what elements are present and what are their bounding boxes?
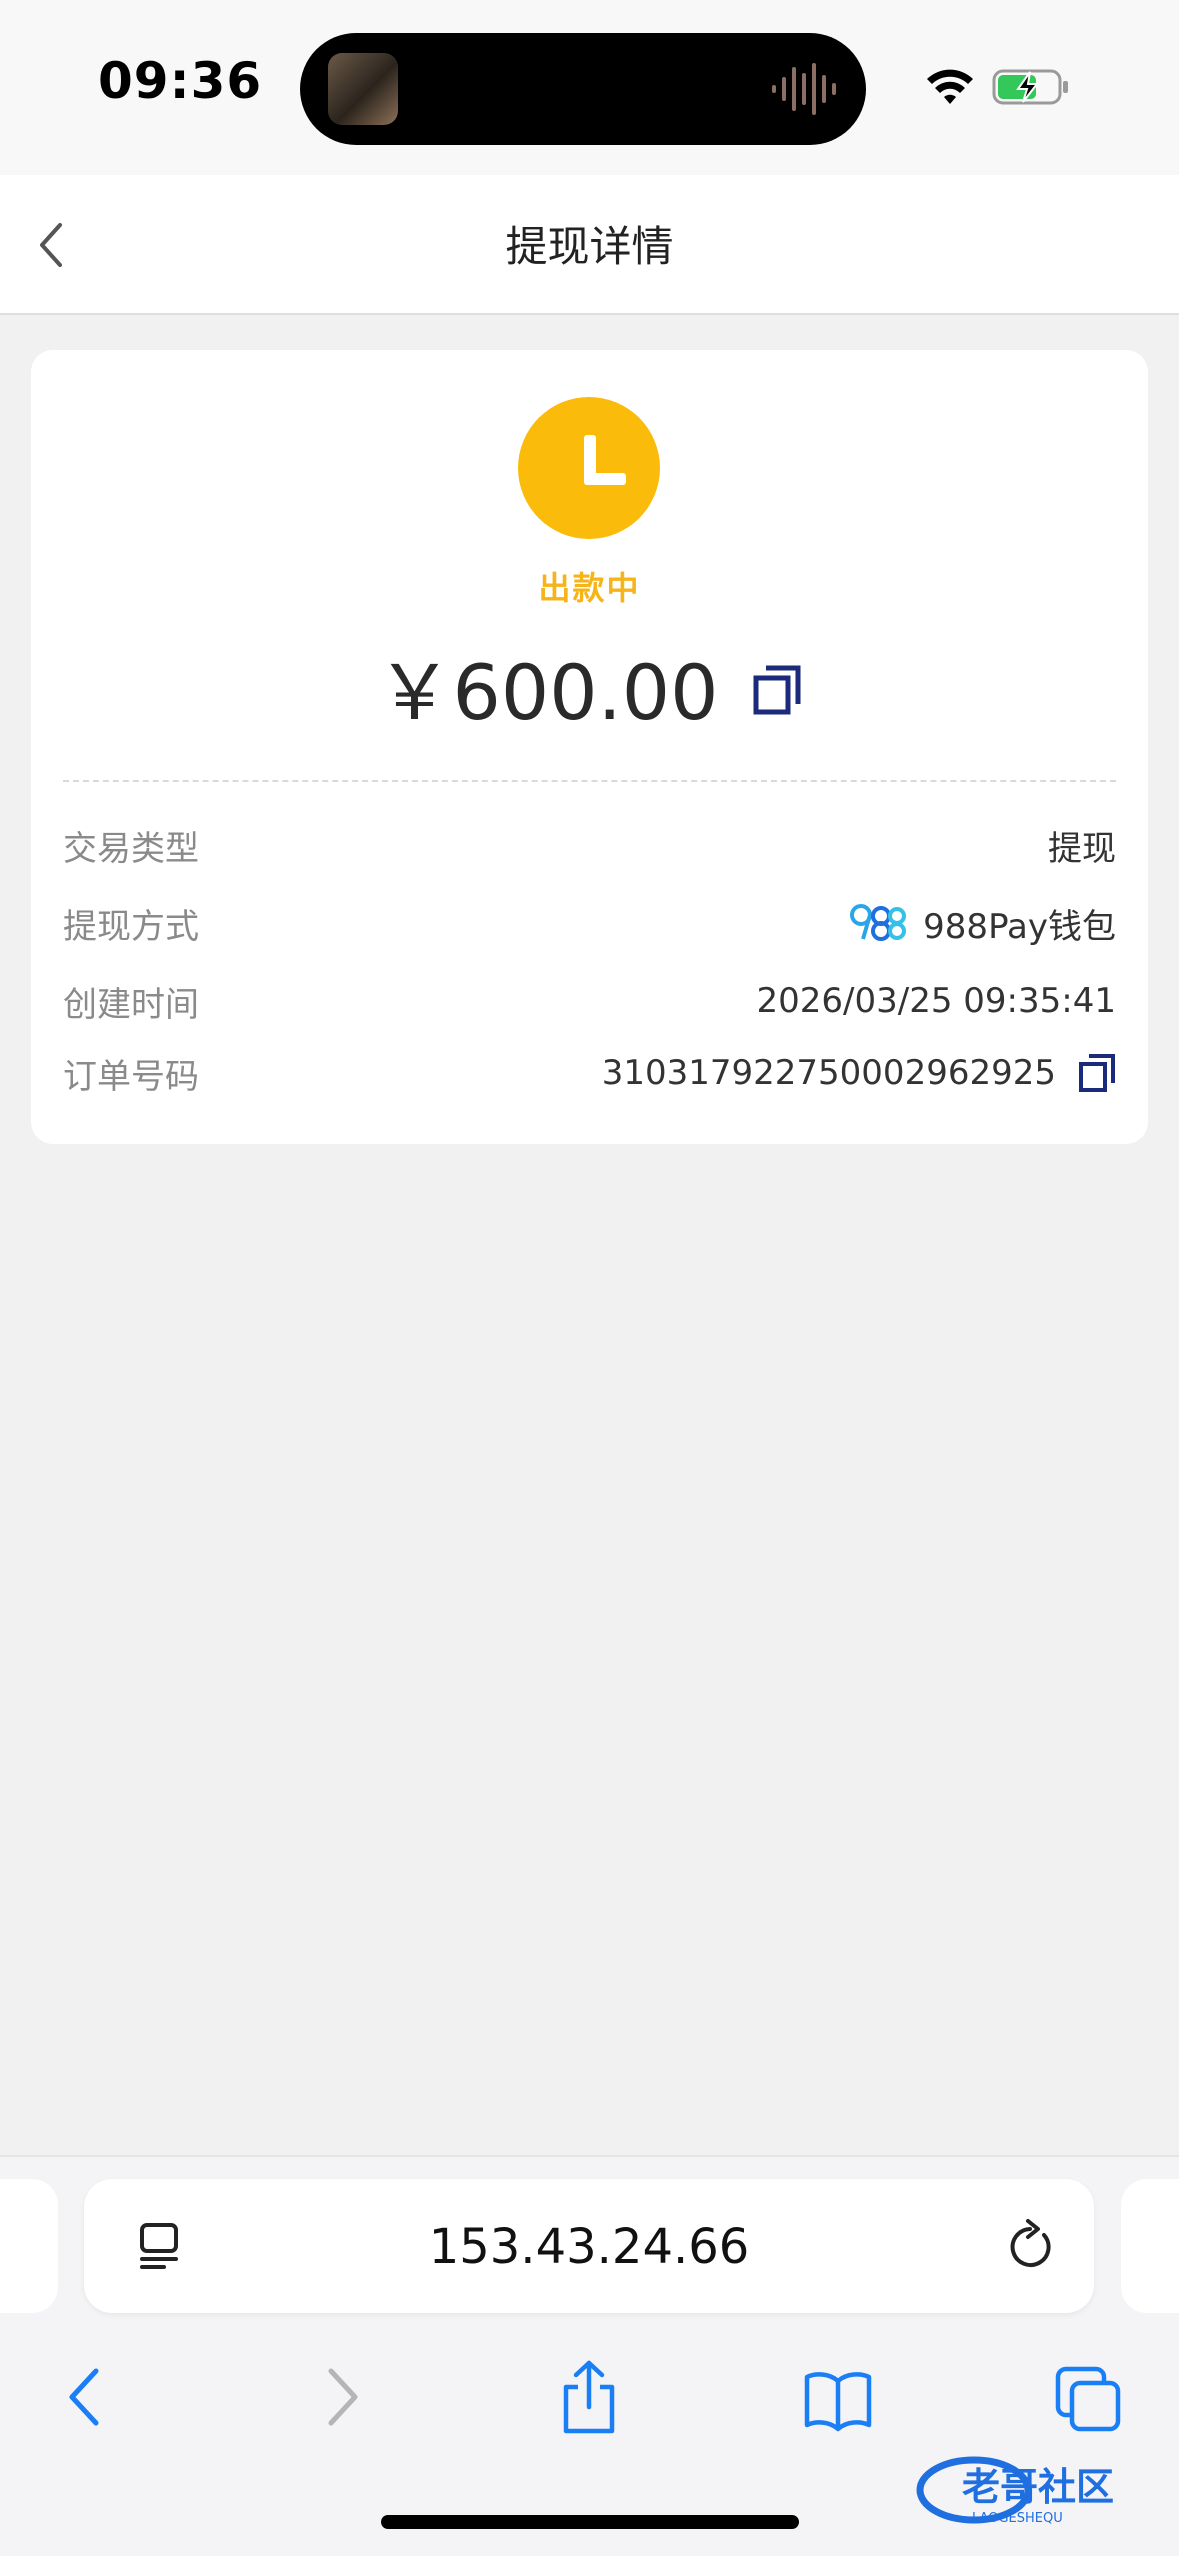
transaction-type-label: 交易类型 [63, 828, 199, 869]
url-text[interactable]: 153.43.24.66 [84, 2219, 1094, 2275]
nav-header: 提现详情 [0, 175, 1179, 315]
home-indicator [381, 2515, 799, 2529]
dynamic-island[interactable] [300, 33, 866, 145]
row-created-time: 创建时间 2026/03/25 09:35:41 [63, 976, 1116, 1026]
status-bar: 09:36 [0, 0, 1179, 175]
withdrawal-status: 出款中 [538, 569, 641, 607]
order-number-value: 310317922750002962925 [602, 1053, 1116, 1093]
browser-forward-icon[interactable] [305, 2359, 375, 2435]
reload-icon[interactable] [1004, 2219, 1056, 2273]
row-transaction-type: 交易类型 提现 [63, 820, 1116, 870]
status-time: 09:36 [98, 52, 263, 110]
withdraw-method-text: 988Pay钱包 [923, 906, 1116, 947]
next-tab-preview[interactable] [1121, 2179, 1179, 2313]
svg-text:老哥社区: 老哥社区 [962, 2465, 1114, 2509]
address-bar[interactable]: 153.43.24.66 [84, 2179, 1094, 2313]
previous-tab-preview[interactable] [0, 2179, 58, 2313]
battery-charging-icon [992, 69, 1068, 105]
amount-row: ￥600.00 [31, 638, 1148, 737]
row-order-number: 订单号码 310317922750002962925 [63, 1048, 1116, 1098]
withdraw-method-value: 988Pay钱包 [849, 899, 1116, 948]
now-playing-artwork [328, 53, 398, 125]
browser-back-icon[interactable] [52, 2359, 122, 2435]
share-icon[interactable] [554, 2359, 624, 2435]
dashed-divider [63, 780, 1116, 782]
wifi-icon [927, 69, 973, 104]
svg-text:LAOGESHEQU: LAOGESHEQU [972, 2511, 1063, 2526]
created-time-label: 创建时间 [63, 984, 199, 1025]
order-number-label: 订单号码 [63, 1056, 199, 1097]
created-time-value: 2026/03/25 09:35:41 [756, 981, 1116, 1021]
withdrawal-card: 出款中 ￥600.00 交易类型 提现 提现方式 988Pay钱包 创建时间 2… [31, 350, 1148, 1144]
row-withdraw-method: 提现方式 988Pay钱包 [63, 898, 1116, 948]
clock-icon [518, 397, 660, 539]
copy-amount-icon[interactable] [752, 664, 802, 716]
988pay-logo-icon [850, 904, 907, 941]
transaction-type-value: 提现 [1048, 828, 1116, 869]
audio-waveform-icon [772, 63, 836, 115]
withdrawal-amount: ￥600.00 [376, 648, 719, 737]
tabs-icon[interactable] [1054, 2359, 1124, 2435]
order-number-text: 310317922750002962925 [601, 1053, 1056, 1093]
page-title: 提现详情 [505, 222, 674, 271]
bookmarks-icon[interactable] [803, 2359, 873, 2435]
withdraw-method-label: 提现方式 [63, 906, 199, 947]
watermark-logo: 老哥社区 LAOGESHEQU [916, 2456, 1114, 2526]
copy-order-icon[interactable] [1078, 1053, 1116, 1093]
